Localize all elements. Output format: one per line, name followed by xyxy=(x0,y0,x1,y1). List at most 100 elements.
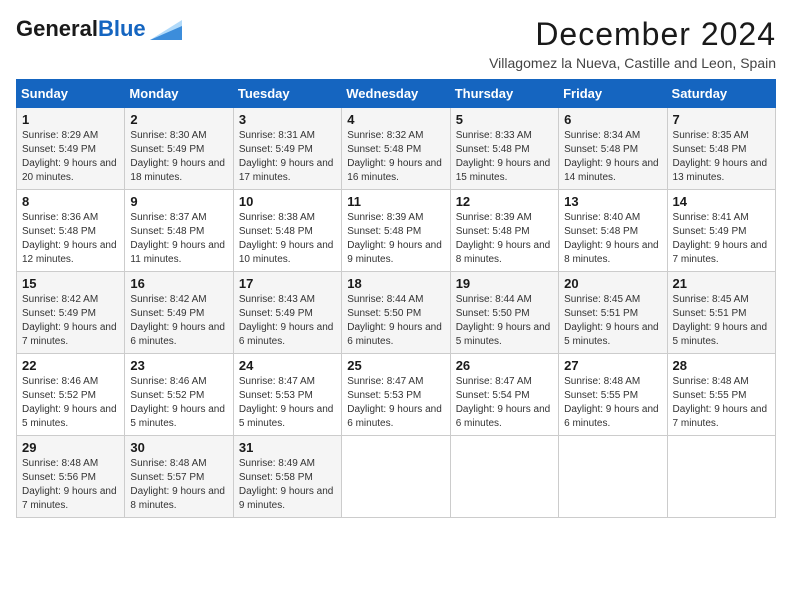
day-info: Sunrise: 8:45 AMSunset: 5:51 PMDaylight:… xyxy=(564,294,659,347)
day-number: 27 xyxy=(564,358,661,373)
calendar-cell: 20 Sunrise: 8:45 AMSunset: 5:51 PMDayligh… xyxy=(559,272,667,354)
calendar-cell: 27 Sunrise: 8:48 AMSunset: 5:55 PMDayligh… xyxy=(559,354,667,436)
calendar-cell: 12 Sunrise: 8:39 AMSunset: 5:48 PMDayligh… xyxy=(450,190,558,272)
day-info: Sunrise: 8:29 AMSunset: 5:49 PMDaylight:… xyxy=(22,130,117,183)
month-title: December 2024 xyxy=(489,16,776,53)
day-info: Sunrise: 8:46 AMSunset: 5:52 PMDaylight:… xyxy=(22,376,117,429)
day-info: Sunrise: 8:42 AMSunset: 5:49 PMDaylight:… xyxy=(130,294,225,347)
calendar-cell: 24 Sunrise: 8:47 AMSunset: 5:53 PMDayligh… xyxy=(233,354,341,436)
day-number: 22 xyxy=(22,358,119,373)
day-info: Sunrise: 8:30 AMSunset: 5:49 PMDaylight:… xyxy=(130,130,225,183)
day-number: 14 xyxy=(673,194,770,209)
calendar-cell: 22 Sunrise: 8:46 AMSunset: 5:52 PMDayligh… xyxy=(17,354,125,436)
day-info: Sunrise: 8:41 AMSunset: 5:49 PMDaylight:… xyxy=(673,212,768,265)
calendar-cell: 18 Sunrise: 8:44 AMSunset: 5:50 PMDayligh… xyxy=(342,272,450,354)
day-number: 4 xyxy=(347,112,444,127)
day-number: 6 xyxy=(564,112,661,127)
calendar-cell xyxy=(559,436,667,518)
calendar-table: SundayMondayTuesdayWednesdayThursdayFrid… xyxy=(16,79,776,518)
day-number: 29 xyxy=(22,440,119,455)
subtitle: Villagomez la Nueva, Castille and Leon, … xyxy=(489,55,776,71)
header-day-saturday: Saturday xyxy=(667,80,775,108)
day-number: 9 xyxy=(130,194,227,209)
day-number: 12 xyxy=(456,194,553,209)
calendar-cell: 19Sunrise: 8:44 AMSunset: 5:50 PMDayligh… xyxy=(450,272,558,354)
day-info: Sunrise: 8:42 AMSunset: 5:49 PMDaylight:… xyxy=(22,294,117,347)
day-info: Sunrise: 8:32 AMSunset: 5:48 PMDaylight:… xyxy=(347,130,442,183)
day-info: Sunrise: 8:39 AMSunset: 5:48 PMDaylight:… xyxy=(456,212,551,265)
calendar-cell: 16 Sunrise: 8:42 AMSunset: 5:49 PMDayligh… xyxy=(125,272,233,354)
day-number: 26 xyxy=(456,358,553,373)
header: GeneralBlue December 2024 Villagomez la … xyxy=(16,16,776,71)
day-info: Sunrise: 8:43 AMSunset: 5:49 PMDaylight:… xyxy=(239,294,334,347)
day-number: 31 xyxy=(239,440,336,455)
day-number: 15 xyxy=(22,276,119,291)
day-number: 3 xyxy=(239,112,336,127)
header-day-wednesday: Wednesday xyxy=(342,80,450,108)
day-info: Sunrise: 8:36 AMSunset: 5:48 PMDaylight:… xyxy=(22,212,117,265)
calendar-cell: 28 Sunrise: 8:48 AMSunset: 5:55 PMDayligh… xyxy=(667,354,775,436)
calendar-week-2: 8 Sunrise: 8:36 AMSunset: 5:48 PMDaylight… xyxy=(17,190,776,272)
calendar-week-4: 22 Sunrise: 8:46 AMSunset: 5:52 PMDayligh… xyxy=(17,354,776,436)
day-info: Sunrise: 8:35 AMSunset: 5:48 PMDaylight:… xyxy=(673,130,768,183)
day-info: Sunrise: 8:37 AMSunset: 5:48 PMDaylight:… xyxy=(130,212,225,265)
calendar-cell: 6Sunrise: 8:34 AMSunset: 5:48 PMDaylight… xyxy=(559,108,667,190)
calendar-cell: 1 Sunrise: 8:29 AMSunset: 5:49 PMDaylight… xyxy=(17,108,125,190)
calendar-cell: 4 Sunrise: 8:32 AMSunset: 5:48 PMDaylight… xyxy=(342,108,450,190)
day-number: 25 xyxy=(347,358,444,373)
calendar-cell xyxy=(667,436,775,518)
day-number: 5 xyxy=(456,112,553,127)
day-number: 8 xyxy=(22,194,119,209)
day-info: Sunrise: 8:31 AMSunset: 5:49 PMDaylight:… xyxy=(239,130,334,183)
day-number: 16 xyxy=(130,276,227,291)
day-number: 13 xyxy=(564,194,661,209)
header-day-tuesday: Tuesday xyxy=(233,80,341,108)
day-info: Sunrise: 8:49 AMSunset: 5:58 PMDaylight:… xyxy=(239,458,334,511)
calendar-cell: 2 Sunrise: 8:30 AMSunset: 5:49 PMDaylight… xyxy=(125,108,233,190)
day-info: Sunrise: 8:44 AMSunset: 5:50 PMDaylight:… xyxy=(347,294,442,347)
day-info: Sunrise: 8:47 AMSunset: 5:53 PMDaylight:… xyxy=(347,376,442,429)
day-info: Sunrise: 8:48 AMSunset: 5:57 PMDaylight:… xyxy=(130,458,225,511)
calendar-cell: 17 Sunrise: 8:43 AMSunset: 5:49 PMDayligh… xyxy=(233,272,341,354)
day-info: Sunrise: 8:46 AMSunset: 5:52 PMDaylight:… xyxy=(130,376,225,429)
day-number: 1 xyxy=(22,112,119,127)
day-number: 20 xyxy=(564,276,661,291)
day-number: 28 xyxy=(673,358,770,373)
calendar-cell: 13Sunrise: 8:40 AMSunset: 5:48 PMDayligh… xyxy=(559,190,667,272)
calendar-cell: 10Sunrise: 8:38 AMSunset: 5:48 PMDayligh… xyxy=(233,190,341,272)
day-number: 10 xyxy=(239,194,336,209)
calendar-cell: 26 Sunrise: 8:47 AMSunset: 5:54 PMDayligh… xyxy=(450,354,558,436)
calendar-cell: 8 Sunrise: 8:36 AMSunset: 5:48 PMDaylight… xyxy=(17,190,125,272)
day-info: Sunrise: 8:47 AMSunset: 5:54 PMDaylight:… xyxy=(456,376,551,429)
calendar-cell: 9 Sunrise: 8:37 AMSunset: 5:48 PMDaylight… xyxy=(125,190,233,272)
logo-text: GeneralBlue xyxy=(16,16,146,42)
calendar-cell xyxy=(342,436,450,518)
day-info: Sunrise: 8:48 AMSunset: 5:55 PMDaylight:… xyxy=(564,376,659,429)
calendar-cell: 31 Sunrise: 8:49 AMSunset: 5:58 PMDayligh… xyxy=(233,436,341,518)
day-info: Sunrise: 8:44 AMSunset: 5:50 PMDaylight:… xyxy=(456,294,551,347)
day-number: 7 xyxy=(673,112,770,127)
calendar-cell: 23Sunrise: 8:46 AMSunset: 5:52 PMDayligh… xyxy=(125,354,233,436)
day-number: 17 xyxy=(239,276,336,291)
calendar-cell: 25 Sunrise: 8:47 AMSunset: 5:53 PMDayligh… xyxy=(342,354,450,436)
title-block: December 2024 Villagomez la Nueva, Casti… xyxy=(489,16,776,71)
day-info: Sunrise: 8:39 AMSunset: 5:48 PMDaylight:… xyxy=(347,212,442,265)
day-info: Sunrise: 8:48 AMSunset: 5:55 PMDaylight:… xyxy=(673,376,768,429)
logo: GeneralBlue xyxy=(16,16,182,42)
day-number: 24 xyxy=(239,358,336,373)
day-number: 2 xyxy=(130,112,227,127)
day-number: 21 xyxy=(673,276,770,291)
day-number: 18 xyxy=(347,276,444,291)
calendar-week-3: 15 Sunrise: 8:42 AMSunset: 5:49 PMDayligh… xyxy=(17,272,776,354)
calendar-week-5: 29 Sunrise: 8:48 AMSunset: 5:56 PMDayligh… xyxy=(17,436,776,518)
calendar-cell xyxy=(450,436,558,518)
calendar-cell: 30Sunrise: 8:48 AMSunset: 5:57 PMDayligh… xyxy=(125,436,233,518)
header-day-monday: Monday xyxy=(125,80,233,108)
calendar-cell: 29 Sunrise: 8:48 AMSunset: 5:56 PMDayligh… xyxy=(17,436,125,518)
calendar-cell: 7 Sunrise: 8:35 AMSunset: 5:48 PMDaylight… xyxy=(667,108,775,190)
calendar-cell: 21Sunrise: 8:45 AMSunset: 5:51 PMDayligh… xyxy=(667,272,775,354)
day-info: Sunrise: 8:48 AMSunset: 5:56 PMDaylight:… xyxy=(22,458,117,511)
day-number: 11 xyxy=(347,194,444,209)
header-day-friday: Friday xyxy=(559,80,667,108)
day-info: Sunrise: 8:47 AMSunset: 5:53 PMDaylight:… xyxy=(239,376,334,429)
